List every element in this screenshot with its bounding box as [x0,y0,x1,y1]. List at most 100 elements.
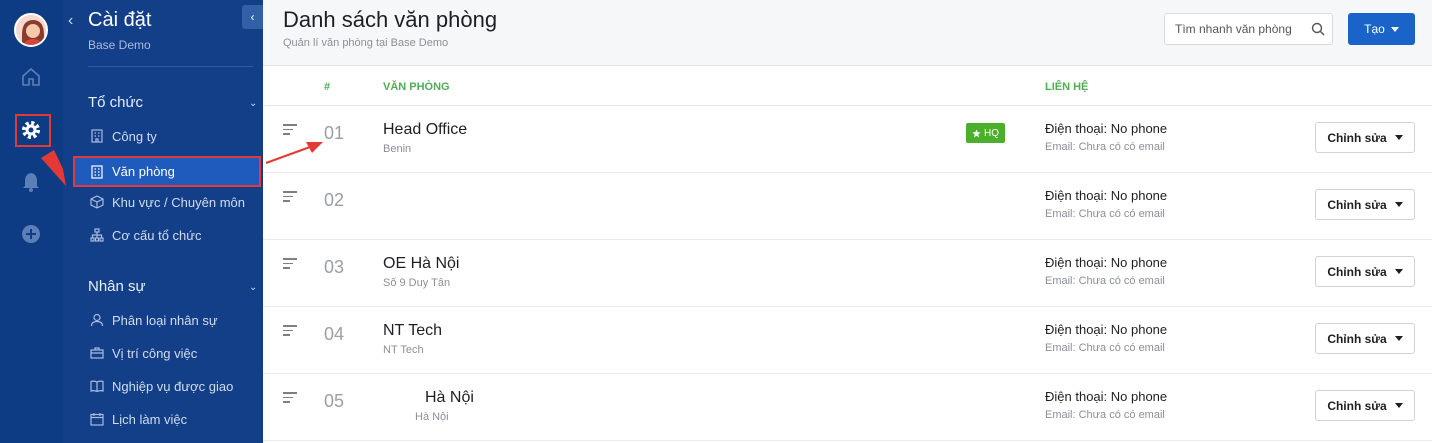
caret-down-icon [1394,135,1403,140]
row-number: 03 [324,257,345,277]
office-phone: Điện thoại: No phone [1045,255,1168,270]
create-button[interactable]: Tạo [1348,13,1415,45]
user-icon [88,312,106,328]
edit-button[interactable]: Chỉnh sửa [1315,256,1415,287]
sidebar-item-company[interactable]: Công ty [88,123,268,149]
sidebar-item-region[interactable]: Khu vực / Chuyên môn [88,189,268,215]
sidebar-item-personnel-type[interactable]: Phân loại nhân sự [88,307,268,333]
hq-badge: HQ [966,123,1005,143]
table-row[interactable]: 03 OE Hà Nội Số 9 Duy Tân Điện thoại: No… [263,240,1432,307]
column-contact[interactable]: LIÊN HỆ [1045,81,1088,93]
office-phone: Điện thoại: No phone [1045,389,1168,404]
sidebar-item-assigned-tasks[interactable]: Nghiệp vụ được giao [88,373,268,399]
office-address: Số 9 Duy Tân [383,277,451,289]
building-icon [88,128,106,144]
sidebar-item-org-structure[interactable]: Cơ cấu tổ chức [88,222,268,248]
sidebar-item-job-position[interactable]: Vị trí công việc [88,340,268,366]
drag-handle-icon[interactable] [283,258,297,272]
edit-button[interactable]: Chỉnh sửa [1315,323,1415,354]
edit-button-label: Chỉnh sửa [1327,398,1387,413]
settings-sidebar: ‹ Cài đặt Base Demo ‹ Tổ chức ⌄ Công ty … [63,0,263,443]
bell-icon[interactable] [17,168,45,196]
briefcase-icon [88,345,106,361]
office-email: Email: Chưa có có email [1045,409,1165,421]
sidebar-item-label: Nghiệp vụ được giao [112,378,234,394]
drag-handle-icon[interactable] [283,191,297,205]
org-chart-icon [88,227,106,243]
sidebar-item-work-schedule[interactable]: Lịch làm việc [88,406,268,432]
caret-down-icon [1394,202,1403,207]
office-address: Benin [383,143,412,155]
section-header-personnel[interactable]: Nhân sự [88,278,146,295]
table-row[interactable]: 01 Head Office Benin HQ Điện thoại: No p… [263,106,1432,173]
page-title: Danh sách văn phòng [283,7,498,32]
chevron-down-icon[interactable]: ⌄ [249,282,257,293]
edit-button[interactable]: Chỉnh sửa [1315,390,1415,421]
edit-button-label: Chỉnh sửa [1327,130,1387,145]
user-avatar[interactable] [14,13,48,47]
sidebar-item-label: Văn phòng [112,164,175,179]
edit-button[interactable]: Chỉnh sửa [1315,189,1415,220]
section-header-organization[interactable]: Tổ chức [88,94,143,111]
collapse-sidebar-button[interactable]: ‹ [242,5,263,29]
office-icon [88,164,106,180]
page-subtitle: Quản lí văn phòng tại Base Demo [283,37,449,49]
row-number: 04 [324,324,345,344]
column-number: # [324,81,331,93]
page-header: Danh sách văn phòng Quản lí văn phòng tạ… [263,0,1432,66]
office-name[interactable]: Head Office [383,121,467,139]
caret-down-icon [1390,26,1399,32]
table-header: # VĂN PHÒNG LIÊN HỆ [263,70,1432,106]
table-row[interactable]: 02 Điện thoại: No phone Email: Chưa có c… [263,173,1432,240]
chevron-down-icon[interactable]: ⌄ [249,98,257,109]
main-content: Danh sách văn phòng Quản lí văn phòng tạ… [263,0,1432,443]
cube-icon [88,194,106,210]
star-icon [972,128,981,137]
office-phone: Điện thoại: No phone [1045,322,1168,337]
row-number: 05 [324,391,345,411]
office-email: Email: Chưa có có email [1045,342,1165,354]
office-phone: Điện thoại: No phone [1045,121,1168,136]
icon-rail [0,0,63,443]
sidebar-subtitle: Base Demo [88,38,151,52]
column-office[interactable]: VĂN PHÒNG [383,81,450,93]
sidebar-item-office[interactable]: Văn phòng [73,156,261,187]
edit-button-label: Chỉnh sửa [1327,197,1387,212]
edit-button-label: Chỉnh sửa [1327,331,1387,346]
drag-handle-icon[interactable] [283,325,297,339]
sidebar-item-label: Cơ cấu tổ chức [112,227,202,243]
calendar-icon [88,411,106,427]
office-name[interactable]: NT Tech [383,322,442,340]
sidebar-item-label: Lịch làm việc [112,411,188,427]
office-email: Email: Chưa có có email [1045,208,1165,220]
table-row[interactable]: 05 Hà Nội Hà Nội Điện thoại: No phone Em… [263,374,1432,441]
row-number: 02 [324,190,345,210]
office-email: Email: Chưa có có email [1045,141,1165,153]
create-button-label: Tạo [1364,22,1385,36]
gear-highlight-annotation [15,114,51,147]
divider [88,66,253,67]
office-name[interactable]: OE Hà Nội [383,255,459,273]
caret-down-icon [1394,403,1403,408]
sidebar-item-label: Khu vực / Chuyên môn [112,194,245,210]
office-address: Hà Nội [415,411,449,423]
row-number: 01 [324,123,345,143]
table-row[interactable]: 04 NT Tech NT Tech Điện thoại: No phone … [263,307,1432,374]
book-icon [88,378,106,394]
edit-button[interactable]: Chỉnh sửa [1315,122,1415,153]
back-chevron-icon[interactable]: ‹ [68,12,73,30]
sidebar-item-label: Vị trí công việc [112,345,198,361]
office-name[interactable]: Hà Nội [425,389,474,407]
search-input[interactable]: Tìm nhanh văn phòng [1164,13,1333,45]
office-phone: Điện thoại: No phone [1045,188,1168,203]
caret-down-icon [1394,269,1403,274]
plus-circle-icon[interactable] [17,220,45,248]
search-icon[interactable] [1304,22,1332,36]
home-icon[interactable] [17,63,45,91]
sidebar-item-label: Công ty [112,128,157,144]
hq-label: HQ [984,127,999,139]
drag-handle-icon[interactable] [283,124,297,138]
search-placeholder: Tìm nhanh văn phòng [1175,22,1292,36]
caret-down-icon [1394,336,1403,341]
drag-handle-icon[interactable] [283,392,297,406]
